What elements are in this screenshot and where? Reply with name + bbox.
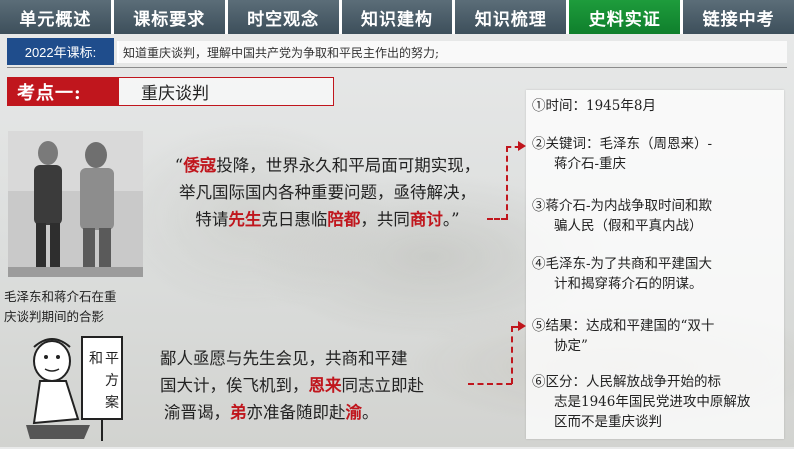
photo-caption-line2: 庆谈判期间的合影	[4, 309, 105, 324]
quote-mao-reply: 鄙人亟愿与先生会见，共商和平建 国大计，俟飞机到，恩来同志立即赴 渝晋谒，弟亦准…	[160, 345, 470, 426]
standard-label: 2022年课标:	[7, 38, 114, 65]
quote1-line2: 举凡国际国内各种重要问题，亟待解决，	[179, 183, 476, 202]
tab-historical-evidence[interactable]: 史料实证	[569, 0, 681, 34]
standard-text: 知道重庆谈判，理解中国共产党为争取和平民主作出的努力;	[117, 41, 787, 63]
point-chiang: ③蒋介石-为内战争取时间和欺 骗人民（假和平真内战）	[532, 198, 713, 234]
quote1-line1: “倭寇投降，世界永久和平局面可期实现，	[174, 156, 481, 175]
tab-time-space[interactable]: 时空观念	[227, 0, 339, 34]
cartoon-illustration: 和 平 方 案	[20, 333, 130, 445]
kaodian-title: 重庆谈判	[119, 77, 334, 106]
quote-chiang-telegram: “倭寇投降，世界永久和平局面可期实现， 举凡国际国内各种重要问题，亟待解决， 特…	[150, 152, 505, 233]
quote1-line3: 特请先生克日惠临陪都，共同商讨。”	[195, 210, 460, 229]
quote1-red-wokou: 倭寇	[183, 156, 217, 175]
sign-char-4: 案	[105, 394, 119, 411]
tab-unit-overview[interactable]: 单元概述	[0, 0, 111, 34]
point-keywords: ②关键词：毛泽东（周恩来）- 蒋介石-重庆	[532, 136, 713, 172]
sign-char-2: 平	[105, 351, 119, 367]
tab-knowledge-sort[interactable]: 知识梳理	[455, 0, 567, 34]
arrow-bottom	[518, 321, 526, 331]
tab-knowledge-build[interactable]: 知识建构	[341, 0, 453, 34]
photo-caption-line1: 毛泽东和蒋介石在重	[4, 289, 117, 304]
point-distinction: ⑥区分：人民解放战争开始的标 志是1946年国民党进攻中原解放 区而不是重庆谈判	[532, 374, 751, 430]
quote2-line2: 国大计，俟飞机到，恩来同志立即赴	[160, 376, 424, 395]
divider	[7, 67, 787, 68]
quote2-line1: 鄙人亟愿与先生会见，共商和平建	[160, 349, 408, 368]
arrow-top	[518, 141, 526, 151]
kaodian-label: 考点一:	[7, 77, 119, 106]
connector-vertical-bottom	[511, 326, 513, 384]
point-time: ①时间：1945年8月	[532, 98, 656, 114]
connector-quote1	[487, 218, 507, 220]
tab-curriculum[interactable]: 课标要求	[113, 0, 225, 34]
connector-vertical-top	[506, 146, 508, 220]
point-result: ⑤结果：达成和平建国的“双十 协定”	[532, 318, 715, 354]
sign-char-1: 和	[89, 351, 103, 367]
tab-exam-link[interactable]: 链接中考	[683, 0, 794, 34]
photo-caption: 毛泽东和蒋介石在重 庆谈判期间的合影	[4, 287, 154, 327]
point-mao: ④毛泽东-为了共商和平建国大 计和揭穿蒋介石的阴谋。	[532, 256, 713, 292]
top-nav: 单元概述 课标要求 时空观念 知识建构 知识梳理 史料实证 链接中考	[0, 0, 794, 34]
historical-photo	[8, 131, 143, 277]
connector-quote2	[468, 383, 512, 385]
quote2-line3: 渝晋谒，弟亦准备随即赴渝。	[164, 403, 379, 422]
sign-char-3: 方	[105, 373, 119, 389]
